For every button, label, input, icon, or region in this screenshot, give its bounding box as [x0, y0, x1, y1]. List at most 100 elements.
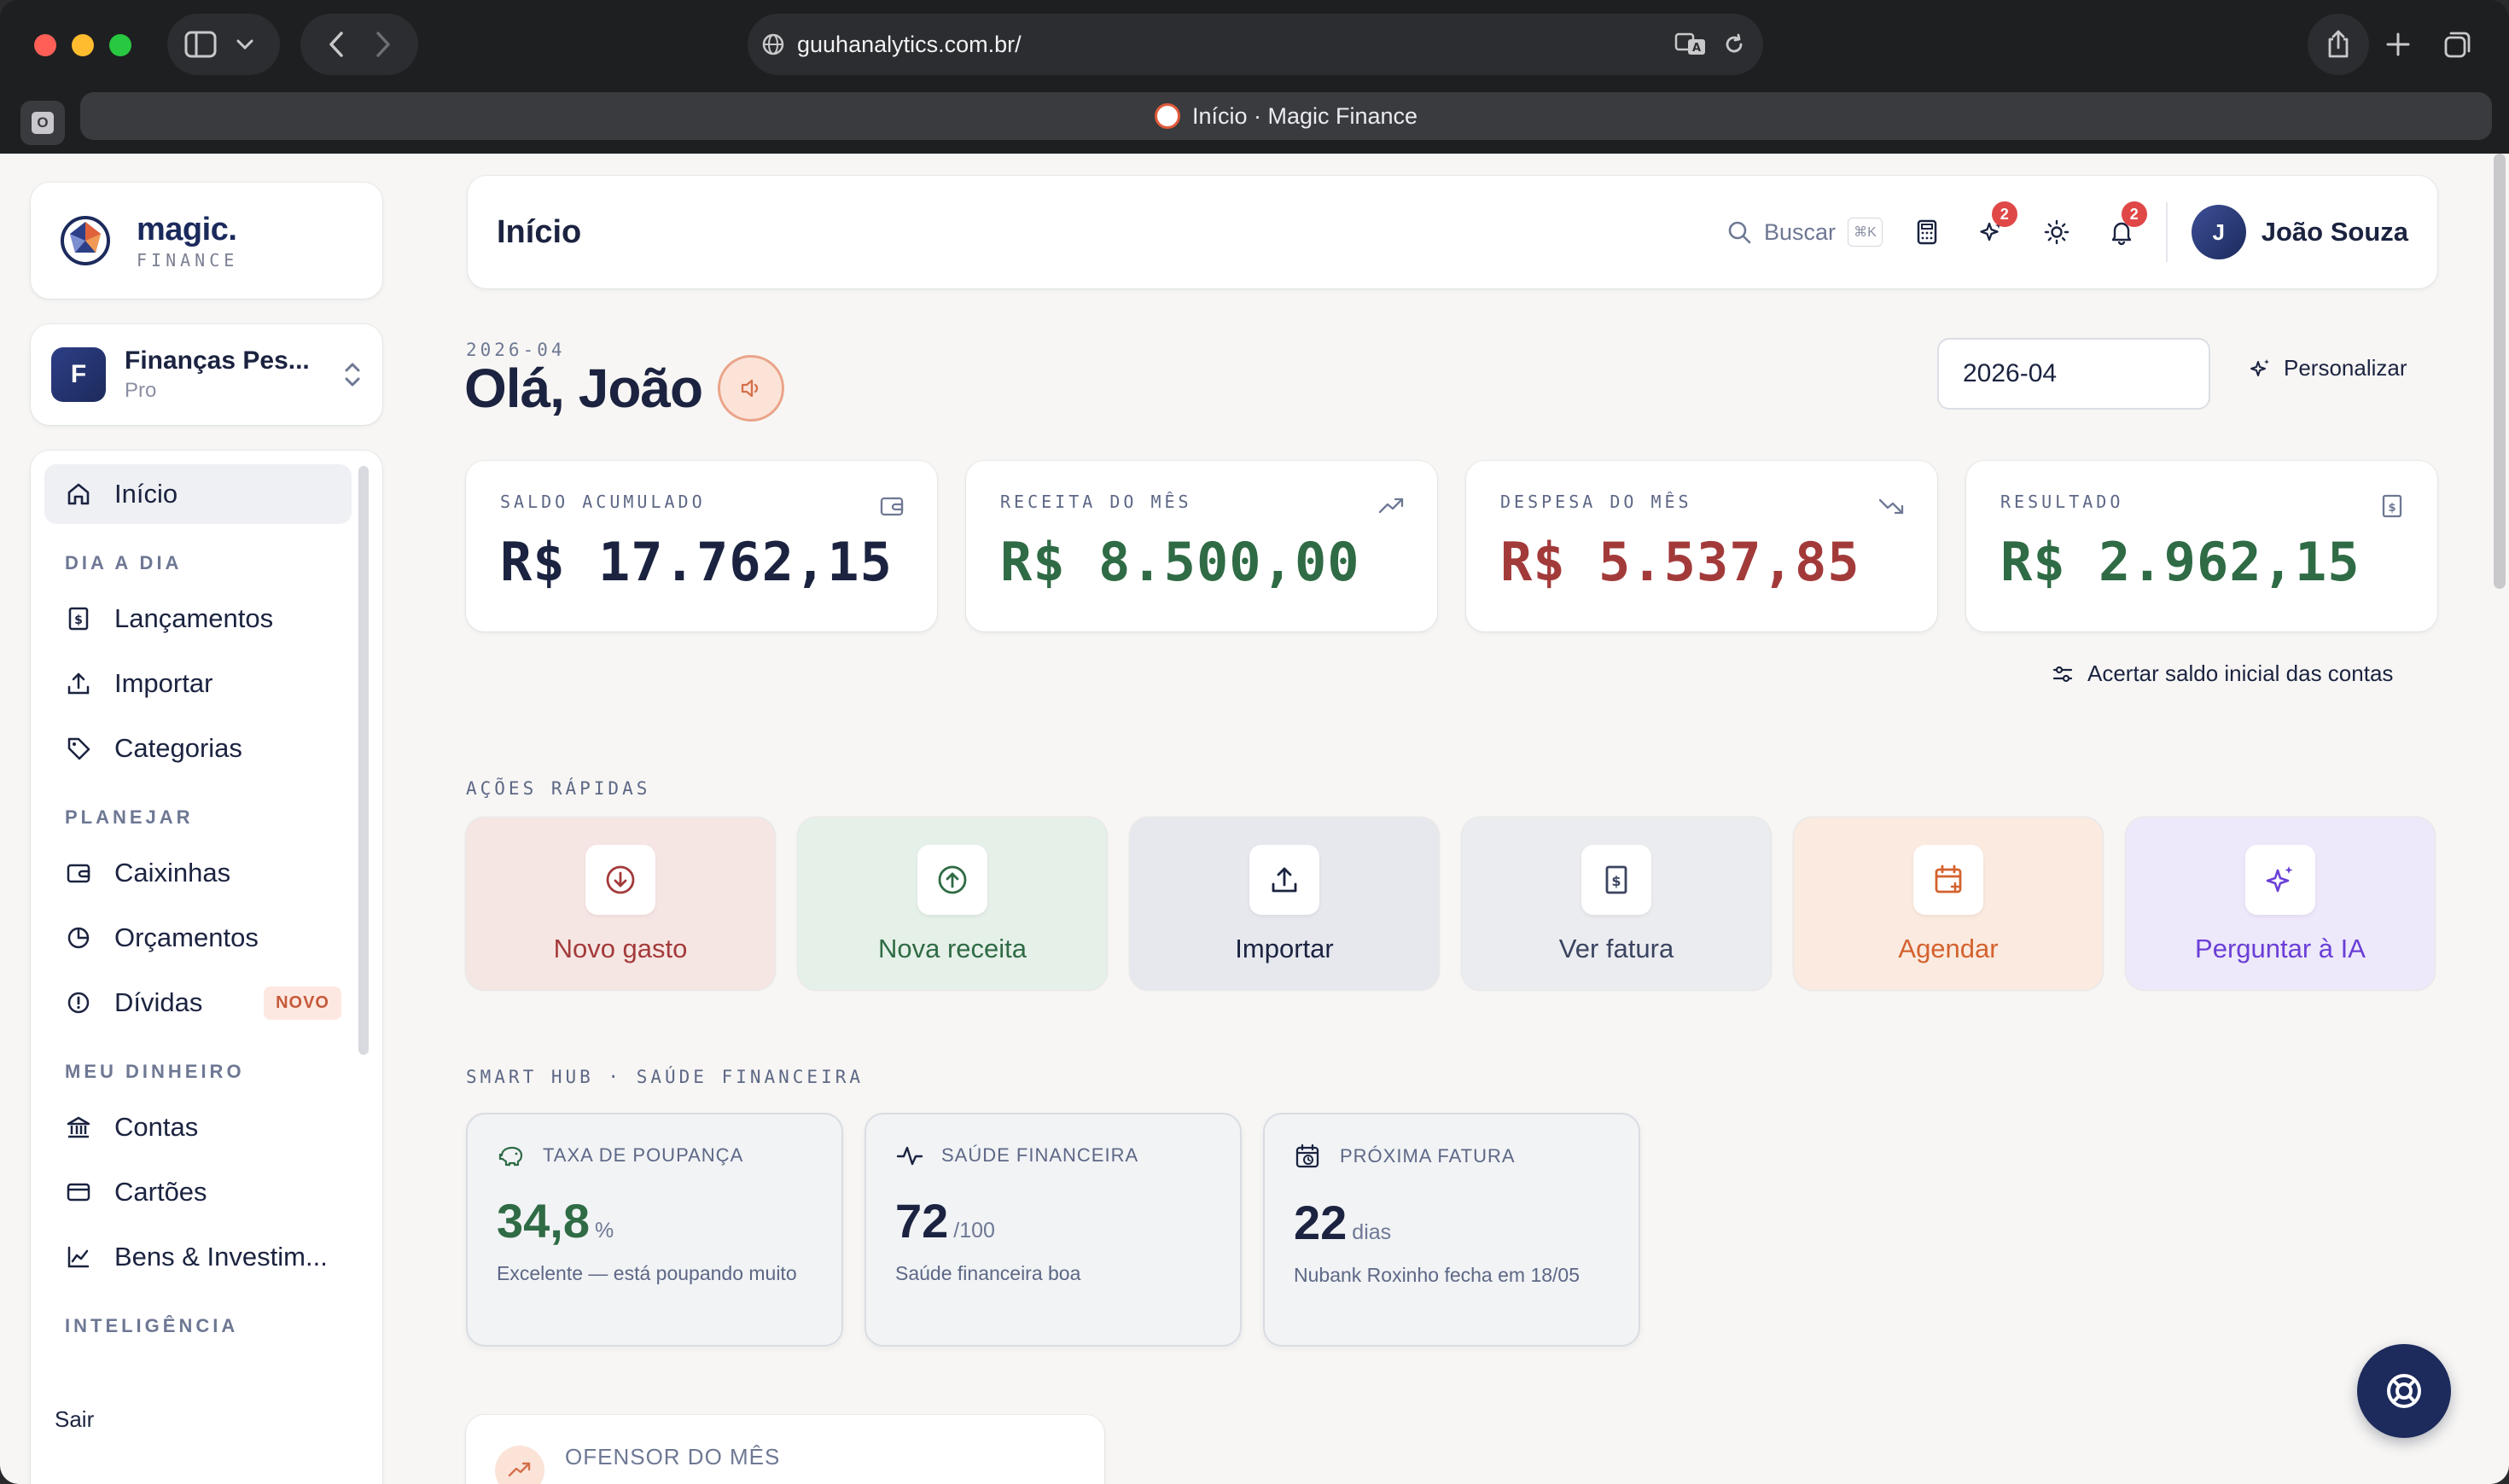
stat-label: RESULTADO	[2000, 492, 2124, 512]
address-bar[interactable]: guuhanalytics.com.br/ A	[748, 14, 1763, 75]
reload-icon[interactable]	[1722, 32, 1746, 56]
quick-action-label: Perguntar à IA	[2195, 934, 2366, 963]
credit-card-icon	[65, 1178, 92, 1206]
quick-action-label: Nova receita	[877, 934, 1027, 963]
quick-action-nova-receita[interactable]: Nova receita	[798, 818, 1107, 990]
quick-action-perguntar-ia[interactable]: Perguntar à IA	[2126, 818, 2435, 990]
sidebar-item-categorias[interactable]: Categorias	[44, 719, 352, 778]
sidebar-item-bens[interactable]: Bens & Investim...	[44, 1227, 352, 1287]
hub-card-fatura[interactable]: PRÓXIMA FATURA 22 dias Nubank Roxinho fe…	[1263, 1113, 1640, 1347]
close-window-button[interactable]	[34, 34, 56, 56]
tab-group-button[interactable]: O	[20, 101, 65, 145]
search-shortcut: ⌘K	[1848, 218, 1883, 247]
adjust-balance-link[interactable]: Acertar saldo inicial das contas	[2052, 661, 2393, 687]
receipt-icon: $	[1581, 845, 1651, 915]
upload-icon	[65, 670, 92, 697]
quick-action-agendar[interactable]: Agendar	[1794, 818, 2103, 990]
page-scrollbar[interactable]	[2494, 154, 2506, 589]
globe-icon	[761, 32, 785, 56]
favicon-icon	[1154, 103, 1180, 129]
sidebar-item-label: Contas	[114, 1112, 199, 1142]
magic-logo-icon	[60, 215, 111, 266]
speak-button[interactable]	[718, 355, 785, 422]
sidebar-toggle-button[interactable]	[167, 14, 280, 75]
logout-link[interactable]: Sair	[55, 1406, 94, 1433]
minimize-window-button[interactable]	[72, 34, 94, 56]
bank-icon	[65, 1114, 92, 1141]
chevron-up-down-icon	[343, 360, 362, 389]
theme-toggle-button[interactable]	[2036, 212, 2077, 253]
sidebar-item-dividas[interactable]: Dívidas NOVO	[44, 973, 352, 1033]
search-icon	[1726, 219, 1752, 245]
forward-icon[interactable]	[375, 31, 392, 58]
brand-subtitle: FINANCE	[137, 249, 239, 271]
sidebar-item-importar[interactable]: Importar	[44, 654, 352, 713]
lifebuoy-icon	[2383, 1370, 2425, 1412]
sidebar-item-orcamentos[interactable]: Orçamentos	[44, 908, 352, 968]
workspace-avatar: F	[51, 347, 106, 402]
back-icon[interactable]	[328, 31, 345, 58]
sidebar-item-cartoes[interactable]: Cartões	[44, 1162, 352, 1222]
search-button[interactable]: Buscar ⌘K	[1726, 218, 1883, 247]
sun-icon	[2043, 218, 2070, 246]
sidebar-item-label: Cartões	[114, 1177, 207, 1207]
logo-card[interactable]: magic. FINANCE	[31, 183, 382, 299]
active-tab[interactable]: Início · Magic Finance	[80, 92, 2492, 140]
user-name: João Souza	[2261, 217, 2408, 247]
help-button[interactable]	[2357, 1344, 2451, 1438]
greeting-text: Olá, João	[464, 358, 703, 419]
trending-up-icon	[1377, 493, 1405, 519]
translate-icon[interactable]: A	[1674, 32, 1707, 57]
sidebar-item-label: Bens & Investim...	[114, 1242, 328, 1272]
share-icon	[2326, 29, 2351, 60]
calculator-icon	[1914, 218, 1940, 246]
notifications-button[interactable]: 2	[2101, 201, 2147, 253]
calendar-clock-icon	[1294, 1142, 1323, 1171]
quick-action-ver-fatura[interactable]: $ Ver fatura	[1462, 818, 1771, 990]
tab-overview-button[interactable]	[2427, 14, 2489, 75]
top-header: Início Buscar ⌘K 2 2 J João Souza	[468, 176, 2437, 288]
hub-card-unit: dias	[1352, 1220, 1392, 1244]
sidebar-item-lancamentos[interactable]: $ Lançamentos	[44, 589, 352, 649]
app-viewport: magic. FINANCE F Finanças Pes... Pro Iní…	[0, 154, 2509, 1484]
calculator-button[interactable]	[1906, 212, 1947, 253]
user-menu[interactable]: J João Souza	[2191, 205, 2408, 259]
new-tab-button[interactable]	[2367, 14, 2429, 75]
sparkles-icon	[2245, 845, 2315, 915]
notifications-badge: 2	[2121, 201, 2147, 227]
greeting: Olá, João	[464, 355, 785, 422]
zoom-window-button[interactable]	[109, 34, 131, 56]
sidebar-item-label: Caixinhas	[114, 858, 231, 887]
workspace-switcher[interactable]: F Finanças Pes... Pro	[31, 324, 382, 425]
sparkles-icon	[2250, 358, 2272, 380]
stat-card-resultado: RESULTADO $ R$ 2.962,15	[1966, 461, 2437, 631]
offender-title: OFENSOR DO MÊS	[565, 1444, 781, 1469]
svg-text:$: $	[1611, 873, 1621, 889]
sidebar-item-inicio[interactable]: Início	[44, 464, 352, 524]
hub-card-poupanca[interactable]: TAXA DE POUPANÇA 34,8 % Excelente — está…	[466, 1113, 843, 1347]
ai-assistant-button[interactable]: 2	[1971, 201, 2017, 253]
stat-card-despesa: DESPESA DO MÊS R$ 5.537,85	[1466, 461, 1937, 631]
period-input[interactable]: 2026-04	[1937, 338, 2210, 410]
sidebar-scrollbar[interactable]	[358, 466, 369, 1055]
share-button[interactable]	[2308, 14, 2369, 75]
offender-card[interactable]: OFENSOR DO MÊS	[466, 1415, 1104, 1484]
sidebar-item-label: Importar	[114, 668, 213, 698]
sidebar-item-label: Dívidas	[114, 987, 203, 1017]
quick-action-label: Agendar	[1898, 934, 1999, 963]
quick-action-novo-gasto[interactable]: Novo gasto	[466, 818, 775, 990]
stat-value: R$ 5.537,85	[1500, 531, 1860, 593]
tab-group-letter: O	[32, 112, 54, 134]
sidebar-item-caixinhas[interactable]: Caixinhas	[44, 843, 352, 903]
customize-button[interactable]: Personalizar	[2250, 355, 2407, 381]
hub-card-value: 34,8	[497, 1194, 590, 1248]
hub-card-saude[interactable]: SAÚDE FINANCEIRA 72 /100 Saúde financeir…	[864, 1113, 1242, 1347]
quick-action-importar[interactable]: Importar	[1130, 818, 1439, 990]
line-chart-icon	[65, 1243, 92, 1271]
upload-icon	[1249, 845, 1319, 915]
hub-card-value: 72	[895, 1194, 949, 1248]
plus-icon	[2385, 32, 2411, 57]
receipt-icon: $	[2379, 493, 2405, 519]
sidebar-item-contas[interactable]: Contas	[44, 1097, 352, 1157]
hub-card-value: 22	[1294, 1196, 1348, 1249]
